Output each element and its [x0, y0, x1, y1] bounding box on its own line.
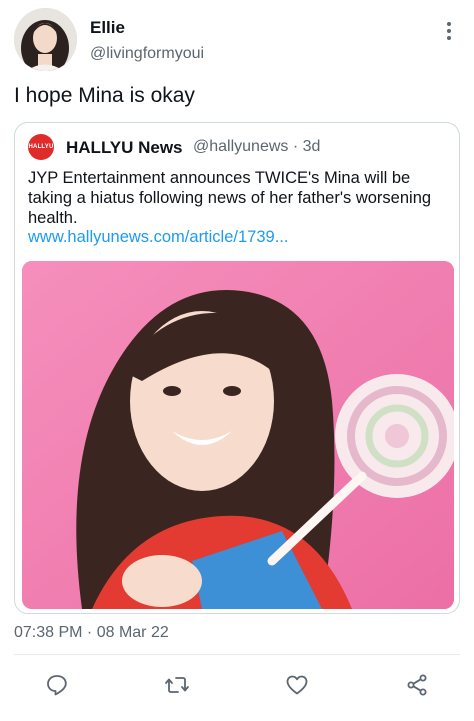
quoted-author-name: HALLYU News [66, 138, 183, 157]
avatar[interactable] [14, 8, 77, 71]
tweet-header: Ellie @livingformyoui [14, 8, 460, 76]
divider [14, 654, 460, 655]
share-icon[interactable] [400, 668, 434, 702]
retweet-icon[interactable] [160, 668, 194, 702]
quoted-tweet-age: 3d [302, 138, 321, 155]
meta-separator: · [292, 138, 303, 155]
author-handle[interactable]: @livingformyoui [90, 45, 204, 63]
quoted-tweet[interactable]: HALLYU HALLYU News @hallyunews · 3d JYP … [14, 122, 460, 614]
quoted-tweet-link[interactable]: www.hallyunews.com/article/1739... [28, 228, 288, 247]
quoted-author-handle: @hallyunews [193, 138, 289, 155]
quoted-author-meta: @hallyunews · 3d [193, 138, 320, 156]
heart-icon[interactable] [280, 668, 314, 702]
tweet-actions [14, 668, 460, 702]
quoted-tweet-header: HALLYU HALLYU News @hallyunews · 3d [28, 134, 448, 160]
reply-icon[interactable] [40, 668, 74, 702]
tweet-timestamp: 07:38 PM · 08 Mar 22 [14, 624, 169, 641]
more-vertical-icon[interactable] [446, 22, 452, 42]
quoted-tweet-text: JYP Entertainment announces TWICE's Mina… [28, 169, 432, 227]
quoted-author-logo[interactable]: HALLYU [28, 134, 54, 160]
quoted-tweet-image[interactable] [22, 261, 454, 609]
tweet-text: I hope Mina is okay [14, 84, 195, 107]
author-name[interactable]: Ellie [90, 18, 125, 38]
